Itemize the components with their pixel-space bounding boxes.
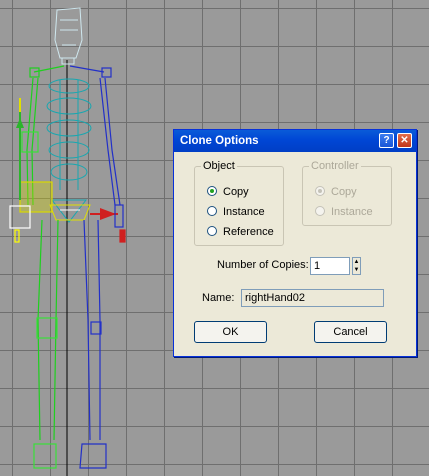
controller-group: Controller Copy Instance: [302, 160, 392, 226]
controller-radio-copy-label: Copy: [331, 186, 357, 198]
number-of-copies-label: Number of Copies:: [217, 259, 309, 271]
dialog-title: Clone Options: [180, 135, 259, 147]
biped-right-leg: [79, 219, 107, 469]
cancel-button[interactable]: Cancel: [314, 321, 387, 343]
biped-shoulders: [29, 65, 112, 78]
radio-reference-label: Reference: [223, 226, 274, 238]
radio-instance[interactable]: Instance: [207, 205, 265, 219]
object-group: Object Copy Instance Reference: [194, 160, 284, 246]
biped-head: [54, 7, 83, 65]
controller-radio-copy: Copy: [315, 185, 357, 199]
radio-instance-indicator[interactable]: [207, 206, 217, 217]
radio-copy-label: Copy: [223, 186, 249, 198]
number-of-copies-input[interactable]: 1: [310, 257, 350, 275]
copies-spinner[interactable]: ▲ ▼: [352, 257, 361, 275]
biped-spine: [46, 78, 92, 223]
object-group-legend: Object: [201, 160, 237, 172]
controller-radio-copy-indicator: [315, 186, 325, 197]
biped-pelvis: [49, 204, 91, 221]
radio-instance-label: Instance: [223, 206, 265, 218]
radio-reference-indicator[interactable]: [207, 226, 217, 237]
help-button[interactable]: ?: [379, 133, 394, 148]
biped-left-arm: [9, 77, 53, 243]
name-label: Name:: [202, 292, 235, 304]
spinner-up-icon[interactable]: ▲: [353, 258, 360, 266]
controller-radio-instance-indicator: [315, 206, 325, 217]
name-input[interactable]: rightHand02: [241, 289, 384, 307]
controller-group-legend: Controller: [309, 160, 361, 172]
radio-copy-indicator[interactable]: [207, 186, 217, 197]
controller-radio-instance-label: Instance: [331, 206, 373, 218]
clone-options-dialog: Clone Options ? ✕ Object Copy Instance R…: [173, 129, 417, 357]
controller-radio-instance: Instance: [315, 205, 373, 219]
ok-button[interactable]: OK: [194, 321, 267, 343]
dialog-titlebar[interactable]: Clone Options ? ✕: [174, 130, 416, 152]
radio-reference[interactable]: Reference: [207, 225, 274, 239]
radio-copy[interactable]: Copy: [207, 185, 249, 199]
close-button[interactable]: ✕: [397, 133, 412, 148]
biped-left-leg: [33, 219, 59, 469]
spinner-down-icon[interactable]: ▼: [353, 266, 360, 274]
